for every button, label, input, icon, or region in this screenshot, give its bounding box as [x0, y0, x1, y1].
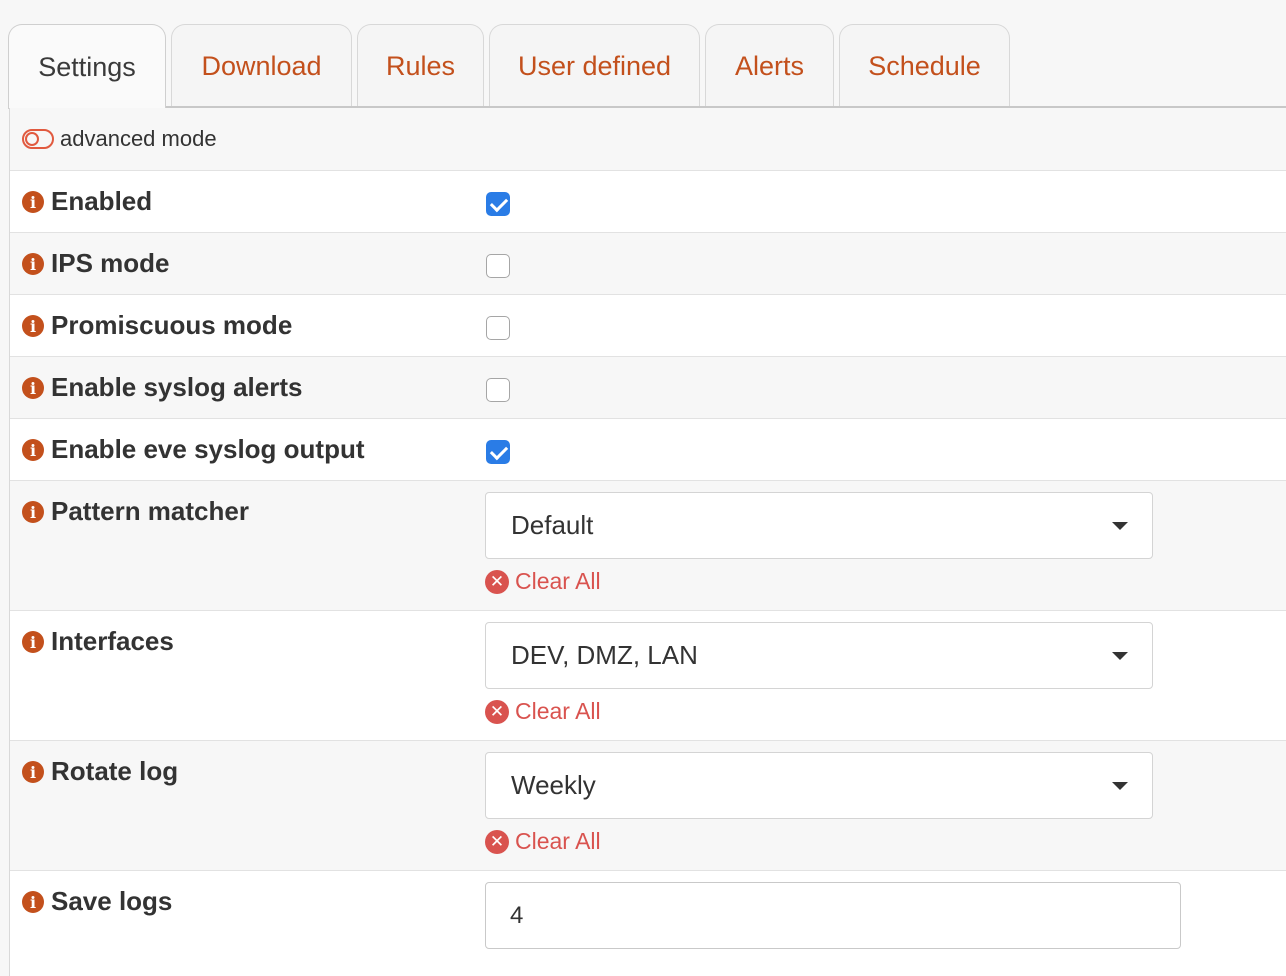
- tab-user-defined[interactable]: User defined: [489, 24, 700, 108]
- settings-page: Settings Download Rules User defined Ale…: [0, 0, 1286, 976]
- syslog-alerts-row: i Enable syslog alerts: [10, 357, 1286, 419]
- syslog-alerts-label: Enable syslog alerts: [51, 372, 303, 402]
- clear-all-label: Clear All: [515, 568, 601, 594]
- tab-schedule[interactable]: Schedule: [839, 24, 1010, 108]
- eve-syslog-checkbox[interactable]: [486, 440, 510, 464]
- advanced-mode-label[interactable]: advanced mode: [60, 126, 217, 152]
- tab-settings[interactable]: Settings: [8, 24, 166, 109]
- info-icon[interactable]: i: [22, 631, 44, 653]
- clear-x-icon: ✕: [485, 569, 509, 594]
- enabled-checkbox[interactable]: [486, 192, 510, 216]
- caret-down-icon: [1112, 652, 1128, 660]
- info-icon[interactable]: i: [22, 891, 44, 913]
- interfaces-select[interactable]: DEV, DMZ, LAN: [485, 622, 1153, 689]
- clear-x-icon: ✕: [485, 699, 509, 724]
- toggle-off-icon[interactable]: [22, 129, 54, 149]
- info-icon[interactable]: i: [22, 191, 44, 213]
- info-icon[interactable]: i: [22, 439, 44, 461]
- tab-bar: Settings Download Rules User defined Ale…: [8, 24, 1015, 109]
- tab-alerts[interactable]: Alerts: [705, 24, 834, 108]
- pattern-matcher-select[interactable]: Default: [485, 492, 1153, 559]
- info-icon[interactable]: i: [22, 761, 44, 783]
- clear-all-label: Clear All: [515, 828, 601, 854]
- rotate-log-clear-all[interactable]: ✕ Clear All: [485, 828, 601, 855]
- clear-x-icon: ✕: [485, 829, 509, 854]
- settings-panel: advanced mode i Enabled i IPS mode i Pro…: [9, 108, 1286, 976]
- syslog-alerts-checkbox[interactable]: [486, 378, 510, 402]
- pattern-matcher-clear-all[interactable]: ✕ Clear All: [485, 568, 601, 595]
- caret-down-icon: [1112, 782, 1128, 790]
- pattern-matcher-value: Default: [511, 510, 594, 540]
- eve-syslog-label: Enable eve syslog output: [51, 434, 365, 464]
- info-icon[interactable]: i: [22, 377, 44, 399]
- pattern-matcher-label: Pattern matcher: [51, 496, 249, 526]
- save-logs-input[interactable]: [485, 882, 1181, 949]
- advanced-mode-row[interactable]: advanced mode: [10, 108, 1286, 171]
- eve-syslog-row: i Enable eve syslog output: [10, 419, 1286, 481]
- promiscuous-mode-row: i Promiscuous mode: [10, 295, 1286, 357]
- ips-mode-row: i IPS mode: [10, 233, 1286, 295]
- info-icon[interactable]: i: [22, 315, 44, 337]
- enabled-label: Enabled: [51, 186, 153, 216]
- rotate-log-value: Weekly: [511, 770, 596, 800]
- ips-mode-checkbox[interactable]: [486, 254, 510, 278]
- clear-all-label: Clear All: [515, 698, 601, 724]
- interfaces-row: i Interfaces DEV, DMZ, LAN ✕ Clear All: [10, 611, 1286, 741]
- save-logs-row: i Save logs: [10, 871, 1286, 976]
- caret-down-icon: [1112, 522, 1128, 530]
- info-icon[interactable]: i: [22, 501, 44, 523]
- interfaces-clear-all[interactable]: ✕ Clear All: [485, 698, 601, 725]
- tab-rules[interactable]: Rules: [357, 24, 484, 108]
- rotate-log-label: Rotate log: [51, 756, 179, 786]
- interfaces-label: Interfaces: [51, 626, 174, 656]
- rotate-log-select[interactable]: Weekly: [485, 752, 1153, 819]
- rotate-log-row: i Rotate log Weekly ✕ Clear All: [10, 741, 1286, 871]
- promiscuous-mode-label: Promiscuous mode: [51, 310, 293, 340]
- tab-download[interactable]: Download: [171, 24, 352, 108]
- interfaces-value: DEV, DMZ, LAN: [511, 640, 698, 670]
- pattern-matcher-row: i Pattern matcher Default ✕ Clear All: [10, 481, 1286, 611]
- info-icon[interactable]: i: [22, 253, 44, 275]
- ips-mode-label: IPS mode: [51, 248, 170, 278]
- save-logs-label: Save logs: [51, 886, 173, 916]
- promiscuous-mode-checkbox[interactable]: [486, 316, 510, 340]
- enabled-row: i Enabled: [10, 171, 1286, 233]
